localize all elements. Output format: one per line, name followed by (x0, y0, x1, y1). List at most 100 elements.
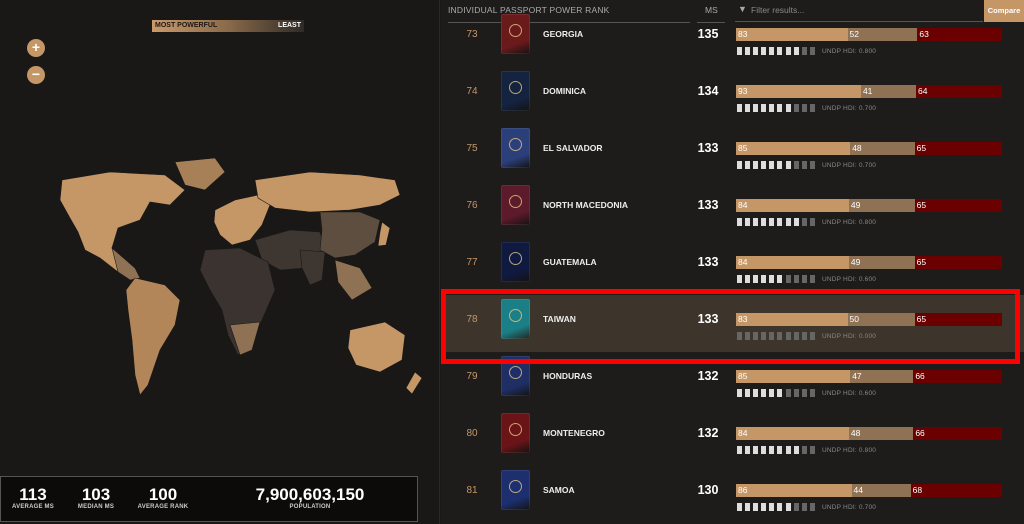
country-name[interactable]: EL SALVADOR (543, 143, 603, 153)
person-icon (753, 104, 759, 112)
visa-breakdown-bar: 93 41 64 (736, 85, 1002, 98)
passport-cover-image[interactable] (501, 413, 530, 453)
rank-number: 80 (466, 428, 478, 439)
map-region-europe (213, 194, 271, 246)
person-icon (753, 218, 759, 226)
segment-count: 66 (915, 428, 925, 438)
zoom-out-button[interactable]: − (27, 66, 45, 84)
hdi-people-icons (737, 503, 818, 511)
person-icon (745, 104, 751, 112)
person-icon (785, 503, 791, 511)
map-region-south-america (125, 277, 181, 396)
segment-count: 47 (852, 371, 862, 381)
hdi-value: UNDP HDI: 0.800 (821, 47, 877, 55)
person-icon (737, 161, 742, 169)
mobility-score: 134 (697, 84, 719, 98)
passport-cover-image[interactable] (501, 185, 530, 225)
visa-on-arrival-segment: 47 (850, 370, 914, 383)
person-icon (745, 389, 751, 397)
rank-row-georgia[interactable]: 73 GEORGIA 135 83 52 63 UNDP HDI: 0.800 (441, 10, 1024, 67)
visa-free-segment: 85 (736, 370, 851, 383)
rank-row-samoa[interactable]: 81 SAMOA 130 86 44 68 UNDP HDI: 0.700 (441, 466, 1024, 523)
person-icon (761, 389, 767, 397)
visa-breakdown-bar: 84 49 65 (736, 199, 1002, 212)
visa-on-arrival-segment: 49 (848, 256, 915, 269)
stat-value: 103 (81, 485, 111, 504)
rank-number: 74 (466, 86, 478, 97)
segment-count: 66 (915, 371, 925, 381)
person-icon (793, 218, 799, 226)
map-region-australia (347, 321, 406, 373)
person-icon (753, 446, 759, 454)
rank-row-dominica[interactable]: 74 DOMINICA 134 93 41 64 UNDP HDI: 0.700 (441, 67, 1024, 124)
hdi-indicator: UNDP HDI: 0.800 (737, 46, 876, 56)
mobility-score: 133 (697, 141, 719, 155)
world-map[interactable] (0, 150, 440, 420)
person-icon (761, 275, 767, 283)
hdi-people-icons (737, 275, 818, 283)
person-icon (785, 446, 791, 454)
visa-required-segment: 66 (913, 370, 1002, 383)
country-name[interactable]: GUATEMALA (543, 257, 597, 267)
person-icon (801, 47, 807, 55)
visa-breakdown-bar: 84 48 66 (736, 427, 1002, 440)
person-icon (809, 503, 815, 511)
passport-emblem-icon (509, 480, 522, 493)
rank-rows: 73 GEORGIA 135 83 52 63 UNDP HDI: 0.800 74 DOMIN… (441, 14, 1024, 524)
visa-free-segment: 93 (736, 85, 861, 98)
passport-cover-image[interactable] (501, 14, 530, 54)
passport-cover-image[interactable] (501, 71, 530, 111)
person-icon (793, 503, 799, 511)
hdi-value: UNDP HDI: 0.600 (821, 389, 877, 397)
passport-emblem-icon (509, 252, 522, 265)
hdi-indicator: UNDP HDI: 0.800 (737, 217, 876, 227)
visa-breakdown-bar: 84 49 65 (736, 256, 1002, 269)
map-region-new-zealand (405, 371, 423, 395)
person-icon (769, 503, 775, 511)
map-region-southeast-asia (334, 259, 373, 301)
visa-free-segment: 84 (736, 427, 849, 440)
person-icon (761, 104, 767, 112)
zoom-in-button[interactable]: + (27, 39, 45, 57)
person-icon (753, 47, 759, 55)
person-icon (737, 218, 742, 226)
country-name[interactable]: GEORGIA (543, 29, 583, 39)
country-name[interactable]: DOMINICA (543, 86, 586, 96)
passport-cover-image[interactable] (501, 242, 530, 282)
rank-row-el-salvador[interactable]: 75 EL SALVADOR 133 85 48 65 UNDP HDI: 0.700 (441, 124, 1024, 181)
passport-cover-image[interactable] (501, 128, 530, 168)
person-icon (809, 275, 815, 283)
visa-free-segment: 83 (736, 28, 848, 41)
rank-row-guatemala[interactable]: 77 GUATEMALA 133 84 49 65 UNDP HDI: 0.600 (441, 238, 1024, 295)
stat-average-rank: 100 AVERAGE RANK (137, 486, 189, 511)
segment-count: 85 (738, 143, 748, 153)
visa-breakdown-bar: 86 44 68 (736, 484, 1002, 497)
person-icon (801, 104, 807, 112)
rank-row-montenegro[interactable]: 80 MONTENEGRO 132 84 48 66 UNDP HDI: 0.800 (441, 409, 1024, 466)
hdi-indicator: UNDP HDI: 0.600 (737, 274, 876, 284)
rank-row-north-macedonia[interactable]: 76 NORTH MACEDONIA 133 84 49 65 UNDP HDI: 0.80… (441, 181, 1024, 238)
visa-required-segment: 65 (914, 142, 1002, 155)
stat-value: 113 (19, 485, 47, 504)
segment-count: 85 (738, 371, 748, 381)
hdi-indicator: UNDP HDI: 0.800 (737, 445, 876, 455)
passport-cover-image[interactable] (501, 470, 530, 510)
person-icon (737, 104, 742, 112)
visa-free-segment: 84 (736, 256, 849, 269)
person-icon (769, 389, 775, 397)
visa-required-segment: 64 (916, 85, 1002, 98)
rank-number: 81 (466, 485, 478, 496)
person-icon (809, 446, 815, 454)
country-name[interactable]: NORTH MACEDONIA (543, 200, 628, 210)
segment-count: 63 (919, 29, 929, 39)
hdi-people-icons (737, 104, 818, 112)
rank-number: 75 (466, 143, 478, 154)
map-region-russia (254, 171, 401, 213)
hdi-people-icons (737, 446, 818, 454)
segment-count: 49 (850, 200, 861, 210)
person-icon (753, 389, 759, 397)
hdi-value: UNDP HDI: 0.800 (821, 218, 877, 226)
country-name[interactable]: HONDURAS (543, 371, 592, 381)
country-name[interactable]: MONTENEGRO (543, 428, 605, 438)
country-name[interactable]: SAMOA (543, 485, 575, 495)
